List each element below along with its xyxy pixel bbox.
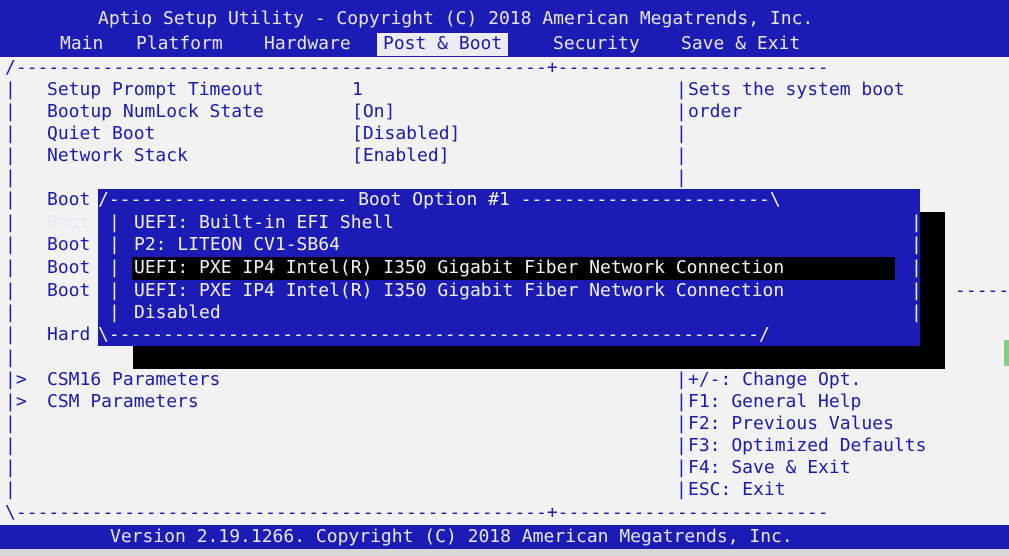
frame-divider: | (676, 457, 687, 478)
setting-label: Setup Prompt Timeout (47, 79, 264, 100)
tab-main[interactable]: Main (60, 33, 103, 56)
frame-divider: | (676, 79, 687, 100)
frame-left-bar: | (5, 189, 16, 210)
help-text: Sets the system boot (688, 79, 905, 100)
popup-option-selected[interactable]: UEFI: PXE IP4 Intel(R) I350 Gigabit Fibe… (134, 257, 784, 280)
popup-right-bar: | (911, 234, 922, 255)
boot-option-label[interactable]: Boot (47, 189, 90, 212)
hard-drive-priority-label[interactable]: Hard (47, 324, 90, 347)
setting-value[interactable]: 1 (352, 79, 363, 102)
help-text: order (688, 101, 743, 122)
tab-save-exit[interactable]: Save & Exit (681, 33, 800, 56)
frame-left-bar: | (5, 167, 16, 188)
frame-right-dashes: ----- (955, 280, 1009, 301)
frame-left-bar: | (5, 145, 16, 166)
frame-left-bar: | (5, 302, 16, 323)
screen-bottom-strip (0, 549, 1009, 556)
frame-divider: | (676, 101, 687, 122)
frame-divider: | (676, 145, 687, 166)
submenu-marker: |> (5, 369, 27, 390)
frame-left-bar: | (5, 413, 16, 434)
key-hint: ESC: Exit (688, 479, 786, 500)
popup-right-bar: | (911, 257, 922, 278)
frame-left-bar: | (5, 101, 16, 122)
popup-left-bar: | (109, 280, 120, 301)
tab-post-boot[interactable]: Post & Boot (377, 33, 509, 56)
popup-title-border: /---------------------- Boot Option #1 -… (98, 189, 781, 210)
frame-divider: | (676, 435, 687, 456)
popup-right-bar: | (911, 280, 922, 301)
submenu-marker: |> (5, 391, 27, 412)
tab-security[interactable]: Security (553, 33, 640, 56)
boot-option-label-selected[interactable]: Boot (47, 212, 90, 235)
tab-hardware[interactable]: Hardware (264, 33, 351, 56)
boot-option-label[interactable]: Boot (47, 280, 90, 303)
key-hint: +/-: Change Opt. (688, 369, 862, 390)
popup-option[interactable]: UEFI: Built-in EFI Shell (134, 212, 394, 235)
frame-left-bar: | (5, 324, 16, 345)
frame-top-border: /---------------------------------------… (5, 57, 829, 78)
frame-divider: | (676, 413, 687, 434)
setting-value[interactable]: [On] (352, 101, 395, 124)
setting-label: Network Stack (47, 145, 188, 166)
frame-left-bar: | (5, 457, 16, 478)
frame-left-bar: | (5, 212, 16, 233)
footer-version: Version 2.19.1266. Copyright (C) 2018 Am… (110, 526, 793, 547)
popup-left-bar: | (109, 212, 120, 233)
frame-divider: | (676, 167, 687, 188)
popup-left-bar: | (109, 234, 120, 255)
popup-option[interactable]: P2: LITEON CV1-SB64 (134, 234, 340, 257)
key-hint: F3: Optimized Defaults (688, 435, 927, 456)
frame-left-bar: | (5, 234, 16, 255)
frame-left-bar: | (5, 257, 16, 278)
popup-left-bar: | (109, 257, 120, 278)
popup-option[interactable]: Disabled (134, 302, 221, 325)
frame-left-bar: | (5, 123, 16, 144)
frame-left-bar: | (5, 435, 16, 456)
frame-left-bar: | (5, 79, 16, 100)
setting-value[interactable]: [Disabled] (352, 123, 460, 146)
frame-left-bar: | (5, 280, 16, 301)
key-hint: F4: Save & Exit (688, 457, 851, 478)
frame-divider: | (676, 123, 687, 144)
edge-artifact (1004, 340, 1009, 366)
boot-option-label[interactable]: Boot (47, 257, 90, 280)
popup-option[interactable]: UEFI: PXE IP4 Intel(R) I350 Gigabit Fibe… (134, 280, 784, 303)
popup-left-bar: | (109, 302, 120, 323)
app-title: Aptio Setup Utility - Copyright (C) 2018… (98, 8, 814, 29)
submenu-csm16-parameters[interactable]: CSM16 Parameters (47, 369, 220, 392)
popup-right-bar: | (911, 212, 922, 233)
frame-divider: | (676, 391, 687, 412)
frame-bottom-border: \---------------------------------------… (5, 502, 829, 523)
frame-left-bar: | (5, 479, 16, 500)
popup-bottom-border: \---------------------------------------… (98, 324, 770, 345)
popup-shadow (133, 346, 945, 369)
key-hint: F2: Previous Values (688, 413, 894, 434)
tab-platform[interactable]: Platform (136, 33, 223, 56)
boot-option-label[interactable]: Boot (47, 234, 90, 257)
setting-label: Bootup NumLock State (47, 101, 264, 122)
setting-value[interactable]: [Enabled] (352, 145, 450, 168)
frame-divider: | (676, 369, 687, 390)
key-hint: F1: General Help (688, 391, 862, 412)
popup-right-bar: | (911, 302, 922, 323)
submenu-csm-parameters[interactable]: CSM Parameters (47, 391, 199, 414)
frame-divider: | (676, 479, 687, 500)
frame-left-bar: | (5, 347, 16, 368)
setting-label: Quiet Boot (47, 123, 156, 144)
